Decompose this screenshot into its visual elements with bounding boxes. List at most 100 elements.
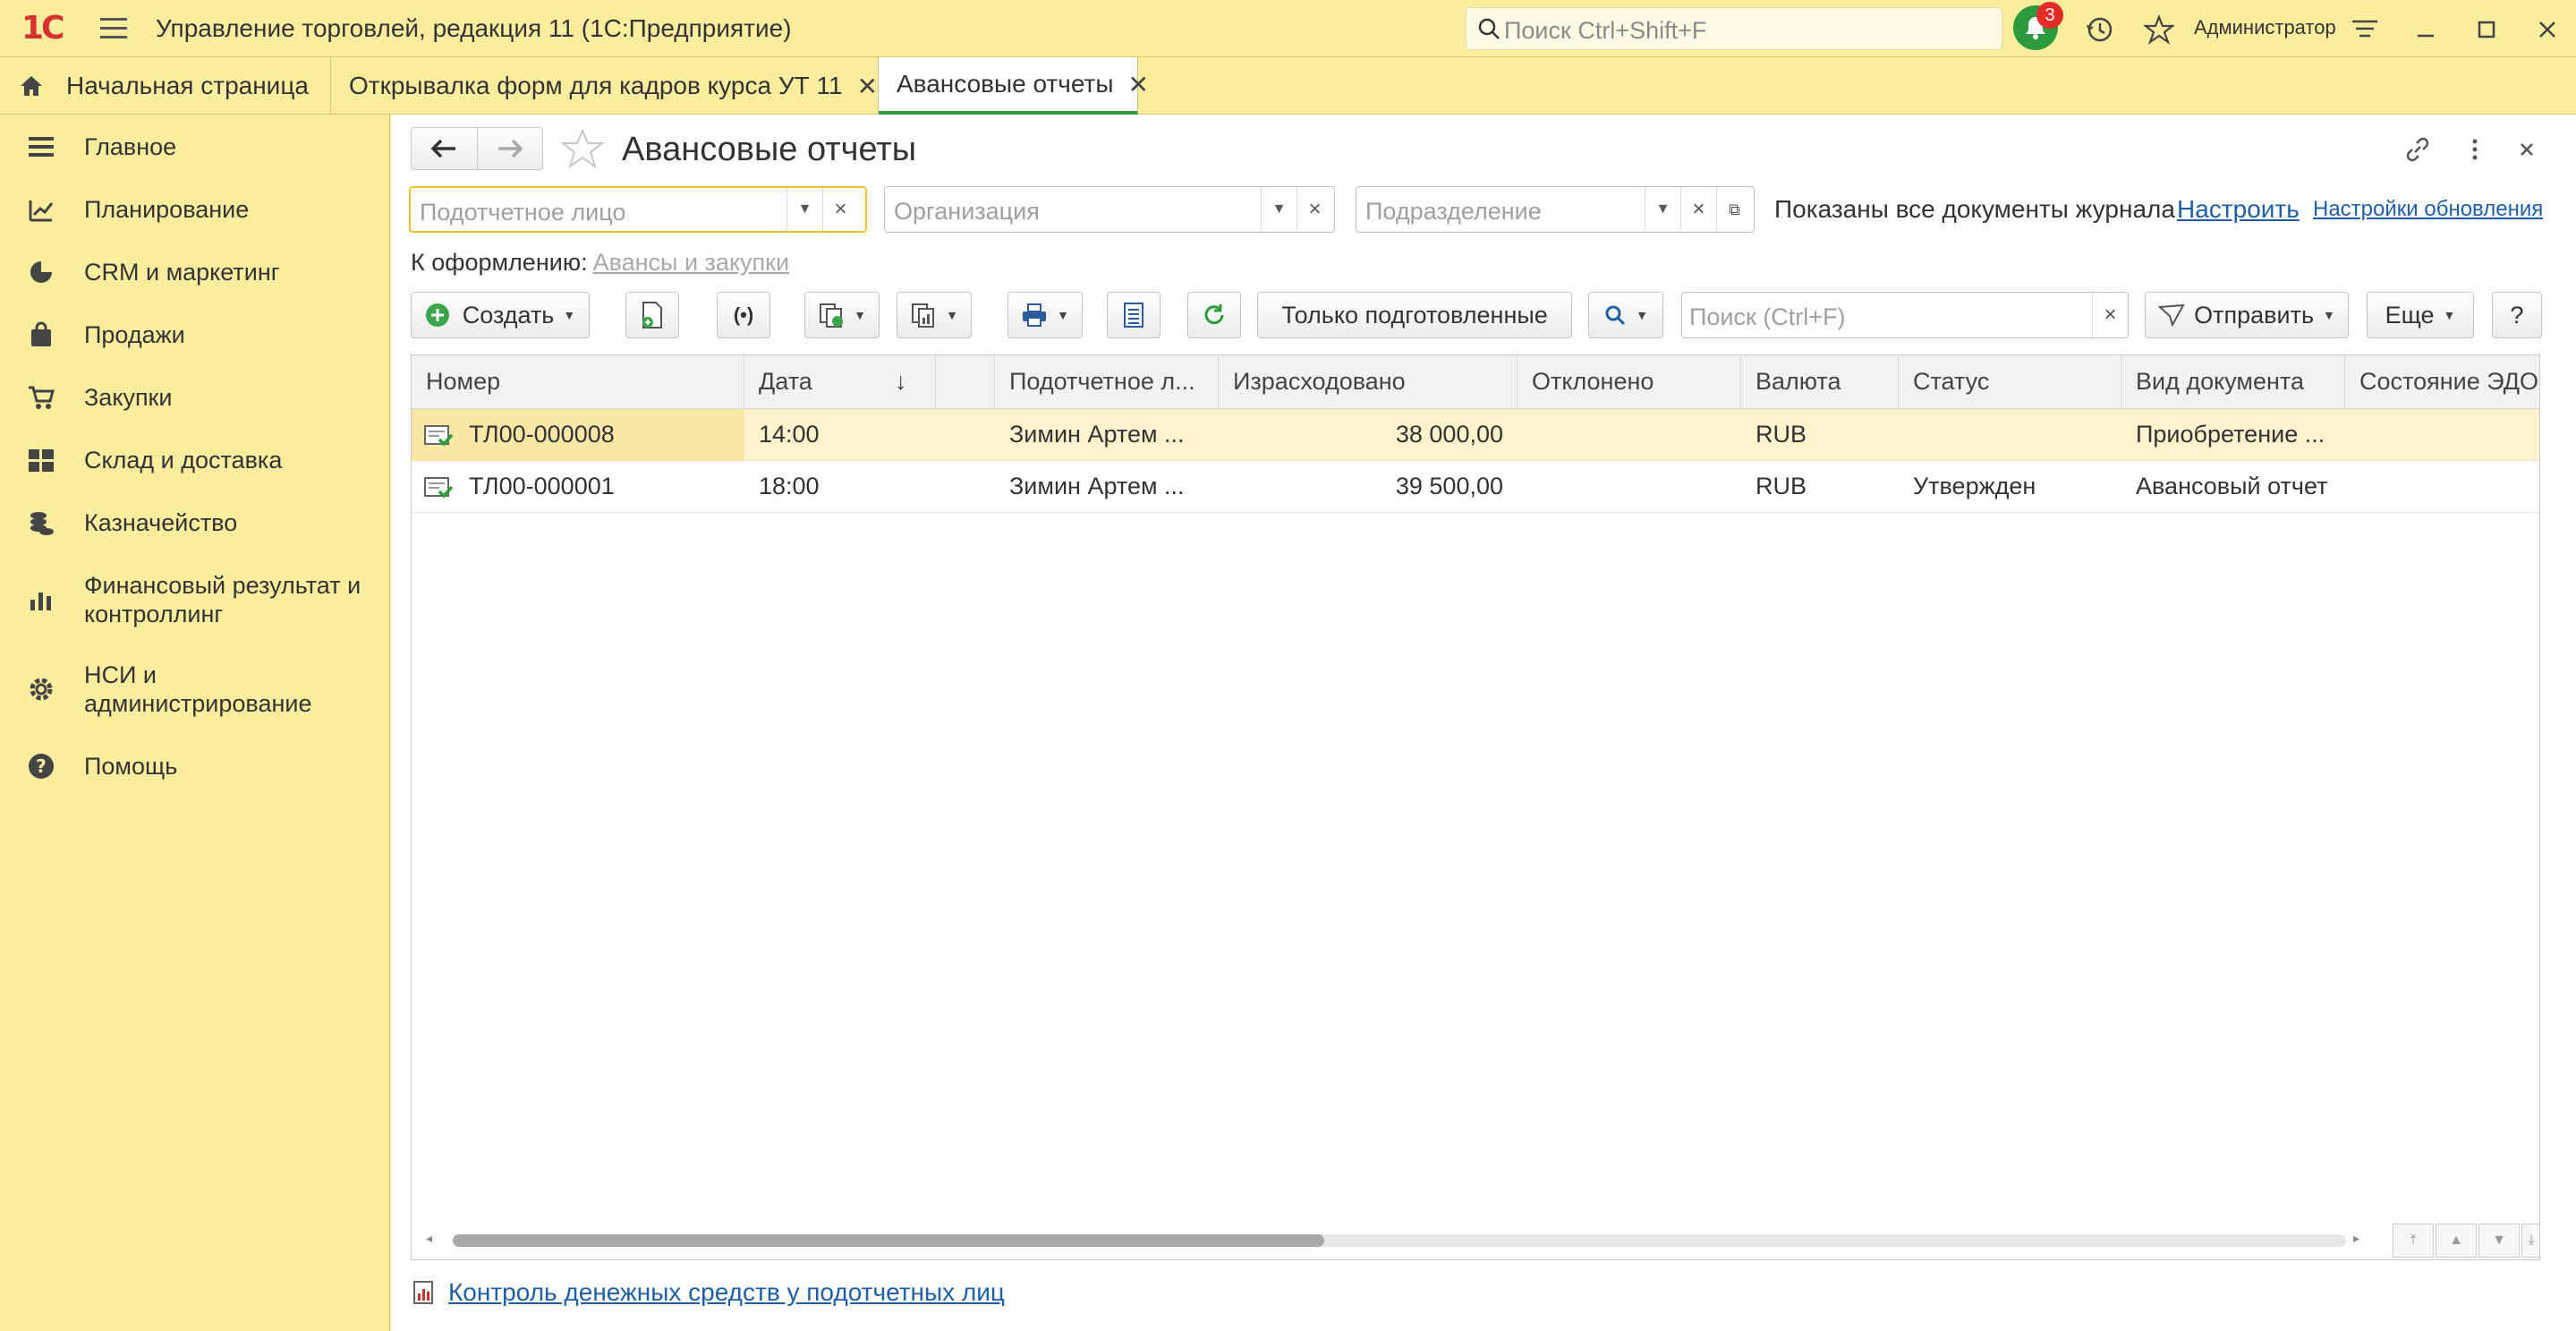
page-down-icon[interactable]: ▼ [2478,1224,2520,1258]
table-row[interactable]: ТЛ00-000008 14:00 Зимин Артем ... 38 000… [412,409,2539,461]
column-header-rejected[interactable]: Отклонено [1518,355,1741,409]
search-options-button[interactable]: ▼ [1588,292,1663,338]
refresh-button[interactable] [1187,292,1241,338]
favorite-star-icon[interactable] [561,129,604,168]
plus-circle-icon [425,303,449,327]
tab-close-icon[interactable]: ✕ [1127,70,1148,99]
clear-icon[interactable]: × [1297,187,1332,232]
column-header-blank[interactable] [936,355,995,409]
notifications-badge: 3 [2036,2,2063,29]
page-up-icon[interactable]: ▲ [2436,1224,2477,1258]
scroll-right-icon[interactable]: ▸ [2353,1231,2359,1246]
clear-icon[interactable]: × [2092,293,2128,337]
favorites-star-icon[interactable] [2144,14,2174,45]
chevron-down-icon[interactable]: ▼ [786,188,822,231]
chevron-down-icon[interactable]: ▼ [1645,187,1680,232]
back-button[interactable] [412,128,478,169]
link-icon[interactable] [2402,134,2433,165]
sidebar-item-main[interactable]: Главное [0,132,390,168]
global-search-input[interactable]: Поиск Ctrl+Shift+F [1466,7,2002,50]
sidebar-item-sales[interactable]: Продажи [0,320,390,356]
configure-link[interactable]: Настроить [2177,195,2300,224]
list-search-input[interactable]: Поиск (Ctrl+F) × [1681,292,2129,338]
sidebar-item-finance[interactable]: Финансовый результат и контроллинг [0,571,390,634]
clear-icon[interactable]: × [822,188,858,231]
menu-lines-icon [29,137,54,157]
close-form-icon[interactable] [2512,134,2542,165]
sort-down-icon: ↓ [895,368,907,395]
user-name[interactable]: Администратор [2194,16,2336,39]
column-header-date[interactable]: Дата ↓ [744,355,936,409]
organization-field[interactable]: Организация ▼ × [884,186,1335,233]
journal-button[interactable] [1107,292,1160,338]
column-header-person[interactable]: Подотчетное л... [995,355,1219,409]
printer-icon [1023,303,1047,327]
department-field[interactable]: Подразделение ▼ × ⧉ [1356,186,1755,233]
main-menu-icon[interactable] [100,18,127,39]
send-button[interactable]: Отправить ▼ [2145,292,2349,338]
coins-icon [30,512,54,535]
posted-document-icon [424,425,453,447]
sidebar-item-admin[interactable]: НСИ и администрирование [0,661,390,723]
accountable-person-field[interactable]: Подотчетное лицо ▼ × [409,186,867,233]
go-last-icon[interactable]: ⤓ [2521,1224,2539,1258]
tab-close-icon[interactable]: ✕ [857,72,878,101]
scroll-left-icon[interactable]: ◂ [426,1231,432,1246]
list-search-placeholder: Поиск (Ctrl+F) [1689,303,1846,330]
organization-placeholder: Организация [894,198,1040,225]
accountable-funds-report-link[interactable]: Контроль денежных средств у подотчетных … [448,1278,1005,1307]
column-header-currency[interactable]: Валюта [1741,355,1899,409]
clear-icon[interactable]: × [1680,187,1716,232]
create-label: Создать [462,301,555,328]
sections-sidebar: Главное Планирование CRM и маркетинг Про… [0,115,390,1331]
create-button[interactable]: Создать ▼ [411,292,590,338]
sidebar-item-purchases[interactable]: Закупки [0,383,390,419]
create-based-on-button[interactable]: ▼ [804,292,880,338]
to-process-link[interactable]: Авансы и закупки [593,249,790,276]
only-prepared-button[interactable]: Только подготовленные [1257,292,1572,338]
sidebar-item-crm[interactable]: CRM и маркетинг [0,258,390,294]
sidebar-item-help[interactable]: ? Помощь [0,752,390,788]
tab-forms-opener[interactable]: Открывалка форм для кадров курса УТ 11 ✕ [331,57,879,115]
sidebar-item-planning[interactable]: Планирование [0,195,390,231]
column-header-spent[interactable]: Израсходовано [1219,355,1518,409]
open-icon[interactable]: ⧉ [1716,187,1752,232]
more-button[interactable]: Еще ▼ [2367,292,2474,338]
sidebar-item-warehouse[interactable]: Склад и доставка [0,446,390,482]
sidebar-item-treasury[interactable]: Казначейство [0,508,390,544]
planning-icon [29,201,54,222]
update-settings-link[interactable]: Настройки обновления [2313,197,2543,222]
go-first-icon[interactable]: ⤒ [2393,1224,2434,1258]
forward-button[interactable] [478,128,543,169]
help-button[interactable]: ? [2492,292,2542,338]
table-row[interactable]: ТЛ00-000001 18:00 Зимин Артем ... 39 500… [412,461,2539,513]
close-window-icon[interactable] [2532,14,2563,45]
cell-number: ТЛ00-000008 [412,409,744,461]
sidebar-item-label: Помощь [84,753,178,780]
horizontal-scrollbar[interactable]: ◂ ▸ ⤒ ▲ ▼ ⤓ [412,1222,2539,1259]
scroll-thumb[interactable] [453,1234,1324,1247]
warehouse-icon [29,449,54,472]
reports-button[interactable]: ▼ [897,292,972,338]
shopping-cart-icon [29,386,55,409]
chevron-down-icon[interactable]: ▼ [1261,187,1297,232]
accountable-person-placeholder: Подотчетное лицо [420,199,626,226]
history-icon[interactable] [2085,14,2115,45]
copy-doc-button[interactable] [625,292,679,338]
minimize-icon[interactable] [2410,14,2441,45]
cell-number: ТЛ00-000001 [412,461,744,513]
column-header-number[interactable]: Номер [412,355,744,409]
more-vertical-icon[interactable] [2460,134,2490,165]
tab-home[interactable]: Начальная страница [0,57,331,115]
exchange-button[interactable]: (•) [717,292,770,338]
page-title: Авансовые отчеты [622,131,917,168]
column-header-doc-type[interactable]: Вид документа [2121,355,2345,409]
maximize-icon[interactable] [2471,14,2502,45]
tab-advance-reports[interactable]: Авансовые отчеты ✕ [879,57,1149,115]
column-header-edo[interactable]: Состояние ЭДО [2345,355,2539,409]
settings-lines-icon[interactable] [2350,14,2380,45]
column-header-status[interactable]: Статус [1899,355,2121,409]
journal-filter-status: Показаны все документы журнала [1774,195,2175,223]
cell-doc-type: Авансовый отчет [2136,473,2328,499]
print-button[interactable]: ▼ [1007,292,1083,338]
